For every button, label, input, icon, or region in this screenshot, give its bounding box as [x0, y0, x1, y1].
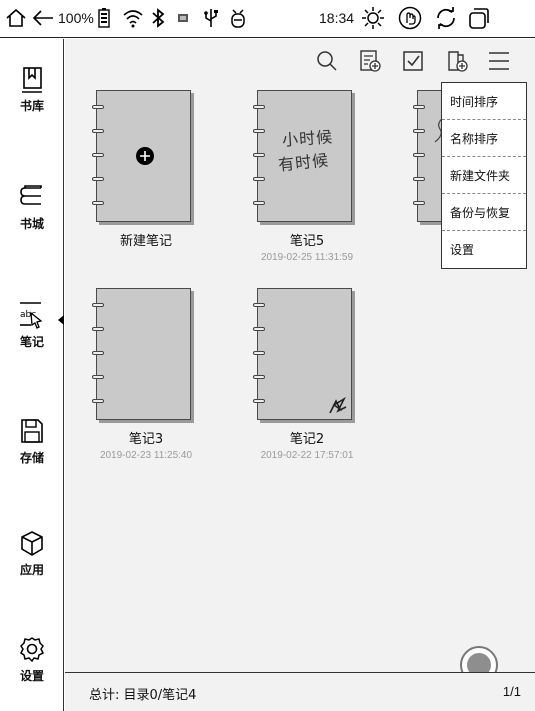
notes-icon: abc	[19, 301, 45, 331]
brightness-icon[interactable]	[361, 6, 385, 30]
ring	[253, 303, 265, 307]
notebook-name: 笔记5	[289, 234, 325, 249]
ring	[92, 399, 104, 403]
notebook-date: 2019-02-22 17:57:01	[260, 450, 354, 461]
ring	[92, 201, 104, 205]
sidebar-item-label: 存储	[19, 451, 44, 465]
notebook-cover[interactable]	[253, 288, 352, 420]
battery-percentage: 100%	[58, 10, 94, 26]
clock-time: 18:34	[319, 10, 355, 26]
ring	[253, 129, 265, 133]
status-bar: 100% 18:34	[0, 0, 535, 38]
ring	[92, 105, 104, 109]
sidebar-item-label: 应用	[19, 563, 44, 577]
apps-icon	[19, 529, 45, 559]
notebook-name: 笔记3	[128, 432, 164, 447]
page-indicator[interactable]: 1/1	[503, 684, 521, 699]
notebook-name: 笔记2	[289, 432, 325, 447]
ring	[92, 303, 104, 307]
bluetooth-icon[interactable]	[150, 6, 166, 30]
ring	[253, 399, 265, 403]
ring	[413, 201, 425, 205]
ring	[413, 177, 425, 181]
ring	[253, 105, 265, 109]
battery-icon	[96, 6, 112, 30]
ring	[253, 327, 265, 331]
select-icon[interactable]	[401, 49, 425, 73]
window-icon[interactable]	[466, 6, 492, 30]
search-icon[interactable]	[315, 49, 339, 73]
sidebar-item-library[interactable]: 书库	[0, 65, 64, 114]
library-icon	[20, 65, 44, 95]
notebook-date: 2019-02-25 11:31:59	[260, 252, 354, 263]
ring	[413, 105, 425, 109]
notebook-name: 新建笔记	[119, 234, 172, 249]
refresh-icon[interactable]	[433, 6, 459, 30]
sidebar-item-label: 设置	[19, 669, 44, 683]
handwriting-line: 有时候	[277, 150, 331, 175]
menu-item-sort-by-name[interactable]: 名称排序	[442, 120, 526, 157]
sidebar-item-apps[interactable]: 应用	[0, 529, 64, 578]
total-count: 总计: 目录0/笔记4	[89, 688, 197, 703]
toolbar	[295, 39, 535, 83]
screen-icon	[176, 6, 190, 30]
sidebar-item-notes[interactable]: abc 笔记	[0, 301, 64, 350]
touch-icon[interactable]	[397, 6, 423, 30]
notebook-date: 2019-02-23 11:25:40	[99, 450, 193, 461]
ring	[92, 177, 104, 181]
ring	[92, 375, 104, 379]
ring	[253, 177, 265, 181]
bookstore-icon	[19, 183, 45, 213]
ring	[253, 351, 265, 355]
ring	[413, 129, 425, 133]
sidebar-item-label: 笔记	[19, 335, 44, 349]
add-icon	[136, 147, 154, 165]
ring	[92, 129, 104, 133]
new-note-icon[interactable]	[358, 49, 382, 73]
ring	[92, 153, 104, 157]
export-icon[interactable]	[445, 49, 469, 73]
ring	[92, 351, 104, 355]
ring	[253, 201, 265, 205]
ring	[253, 375, 265, 379]
ring	[413, 153, 425, 157]
home-icon[interactable]	[4, 6, 28, 30]
menu-item-new-folder[interactable]: 新建文件夹	[442, 157, 526, 194]
usb-icon	[202, 6, 220, 30]
sidebar-item-storage[interactable]: 存储	[0, 417, 64, 466]
notebook-cover[interactable]	[92, 288, 191, 420]
sidebar-item-bookstore[interactable]: 书城	[0, 183, 64, 232]
ring	[92, 327, 104, 331]
notebook-cover[interactable]: 小时候 有时候	[253, 90, 352, 222]
sidebar: 书库 书城 abc 笔记 存储 应用 设置	[0, 39, 64, 711]
menu-item-backup-restore[interactable]: 备份与恢复	[442, 194, 526, 231]
sidebar-item-label: 书城	[19, 217, 44, 231]
sidebar-item-settings[interactable]: 设置	[0, 635, 64, 684]
doodle-mark	[329, 396, 347, 414]
active-indicator	[58, 315, 64, 325]
storage-icon	[20, 417, 44, 447]
menu-icon[interactable]	[487, 49, 511, 73]
menu-item-settings[interactable]: 设置	[442, 231, 526, 268]
footer-bar: 总计: 目录0/笔记4 1/1	[65, 672, 535, 711]
ring	[253, 153, 265, 157]
notebook-cover[interactable]	[92, 90, 191, 222]
alarm-icon	[228, 6, 248, 30]
back-arrow-icon[interactable]	[30, 6, 56, 30]
sidebar-item-label: 书库	[19, 99, 44, 113]
menu-item-sort-by-time[interactable]: 时间排序	[442, 83, 526, 120]
wifi-icon[interactable]	[121, 6, 145, 30]
settings-icon	[19, 635, 45, 665]
sort-menu: 时间排序 名称排序 新建文件夹 备份与恢复 设置	[441, 82, 527, 269]
